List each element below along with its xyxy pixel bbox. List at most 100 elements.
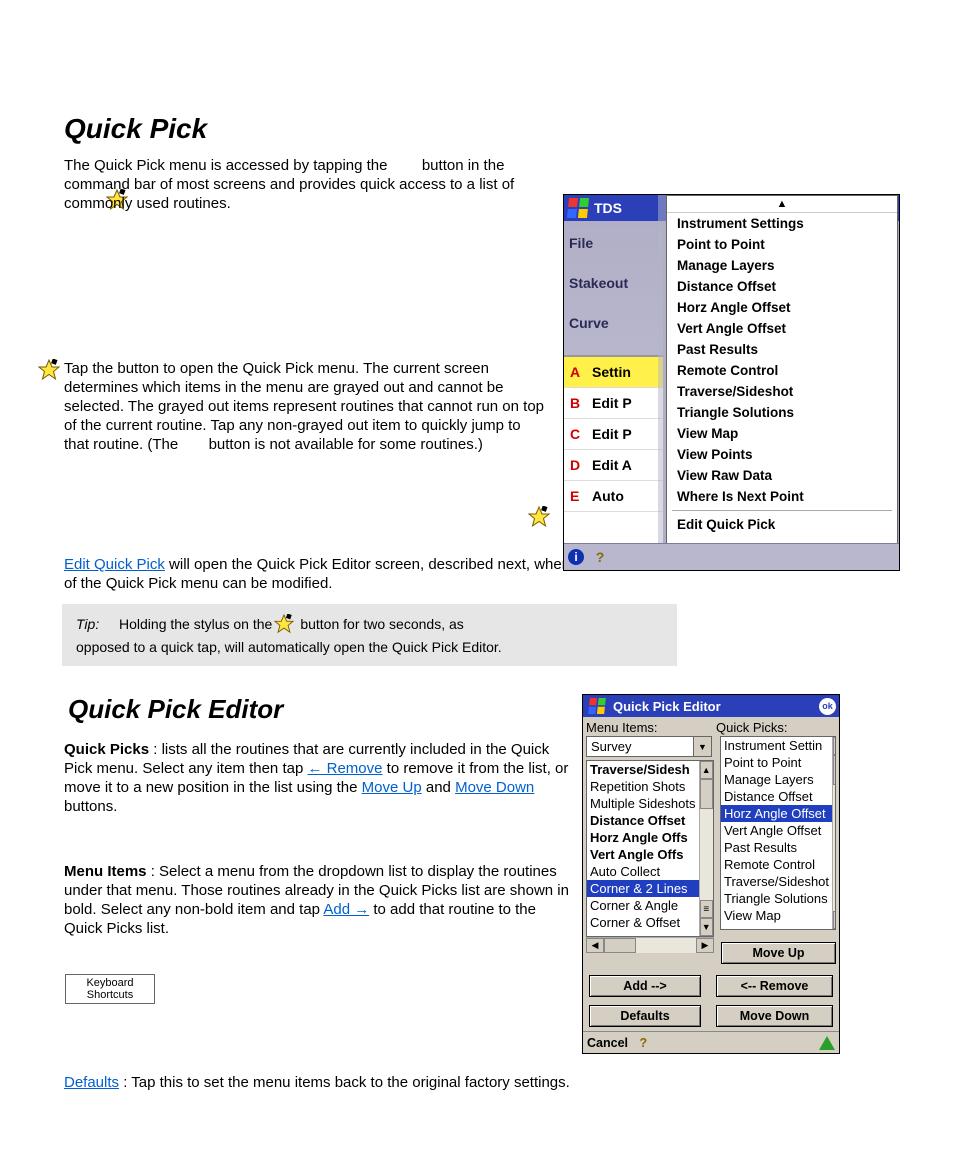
cancel-button[interactable]: Cancel <box>587 1036 628 1050</box>
row-text: Auto <box>592 488 624 504</box>
list-row[interactable]: ASettin <box>564 357 663 388</box>
popup-item[interactable]: View Raw Data <box>667 465 897 486</box>
popup-item[interactable]: Distance Offset <box>667 276 897 297</box>
list-item[interactable]: Manage Layers <box>721 771 832 788</box>
row-text: Edit P <box>592 395 632 411</box>
list-item[interactable]: View Map <box>721 907 832 924</box>
list-item[interactable]: Repetition Shots <box>587 778 699 795</box>
moveup-button[interactable]: Move Up <box>721 942 836 964</box>
scroll-up-icon[interactable]: ▲ <box>700 761 714 779</box>
tip-label: Tip: <box>76 616 111 632</box>
help-icon[interactable]: ? <box>592 549 608 565</box>
text-p2: Tap the button to open the Quick Pick me… <box>64 359 544 454</box>
menu-stakeout[interactable]: Stakeout <box>569 275 659 291</box>
popup-item[interactable]: Past Results <box>667 339 897 360</box>
popup-item[interactable]: View Map <box>667 423 897 444</box>
scrollbar-h[interactable]: ◀ ▶ <box>586 937 714 953</box>
menu-dropdown[interactable]: Survey ▼ <box>586 736 712 757</box>
scroll-left-icon[interactable]: ◀ <box>586 938 604 953</box>
menu-file[interactable]: File <box>569 235 659 251</box>
list-item[interactable]: Vert Angle Offs <box>587 846 699 863</box>
window-title: Quick Pick Editor <box>613 699 721 714</box>
list-row[interactable]: CEdit P <box>564 419 663 450</box>
popup-item[interactable]: Vert Angle Offset <box>667 318 897 339</box>
list-item[interactable]: Corner & 2 Lines <box>587 880 699 897</box>
popup-item[interactable]: Point to Point <box>667 234 897 255</box>
quick-access-icon[interactable] <box>819 1036 835 1050</box>
add-button[interactable]: Add --> <box>589 975 701 997</box>
help-icon[interactable]: ? <box>639 1036 647 1050</box>
scroll-thumb[interactable] <box>700 779 714 809</box>
scroll-up-icon[interactable]: ▲ <box>667 196 897 213</box>
list-item[interactable]: Remote Control <box>721 856 832 873</box>
list-item[interactable]: Distance Offset <box>587 812 699 829</box>
popup-item[interactable]: View Points <box>667 444 897 465</box>
quickpicks-list[interactable]: Instrument SettinPoint to PointManage La… <box>720 736 836 930</box>
menuitems-list[interactable]: Traverse/SideshRepetition ShotsMultiple … <box>586 760 714 937</box>
menu-curve[interactable]: Curve <box>569 315 659 331</box>
popup-item[interactable]: Where Is Next Point <box>667 486 897 507</box>
scroll-right-icon[interactable]: ▶ <box>696 938 714 953</box>
star-icon <box>38 359 60 381</box>
scroll-thumb[interactable] <box>833 755 836 785</box>
dropdown-value: Survey <box>591 739 631 754</box>
popup-item-edit[interactable]: Edit Quick Pick <box>667 514 897 535</box>
list-item[interactable]: Corner & Angle <box>587 897 699 914</box>
text: Quick Picks <box>64 741 149 758</box>
list-row[interactable]: BEdit P <box>564 388 663 419</box>
popup-item[interactable]: Traverse/Sideshot <box>667 381 897 402</box>
popup-item[interactable]: Triangle Solutions <box>667 402 897 423</box>
movedown-link[interactable]: Move Down <box>455 779 534 796</box>
list-row[interactable]: EAuto <box>564 481 663 512</box>
remove-button[interactable]: <-- Remove <box>716 975 833 997</box>
scroll-up-icon[interactable]: ▲ <box>833 737 836 755</box>
list-item[interactable]: Traverse/Sidesh <box>587 761 699 778</box>
text-quickpicks: Quick Picks : lists all the routines tha… <box>64 740 574 816</box>
text: Holding the stylus on the <box>119 616 272 632</box>
list-item[interactable]: Multiple Sideshots <box>587 795 699 812</box>
label-quickpicks: Quick Picks: <box>716 720 836 735</box>
edit-quickpick-link[interactable]: Edit Quick Pick <box>64 556 165 573</box>
list-item[interactable]: Traverse/Sideshot <box>721 873 832 890</box>
row-text: Edit P <box>592 426 632 442</box>
list-item[interactable]: Instrument Settin <box>721 737 832 754</box>
scroll-thumb[interactable] <box>604 938 636 953</box>
text: button is not available for some routine… <box>209 436 483 453</box>
popup-item[interactable]: Remote Control <box>667 360 897 381</box>
list-item[interactable]: Horz Angle Offset <box>721 805 832 822</box>
scroll-down-icon[interactable]: ▼ <box>700 918 714 936</box>
list-item[interactable]: Distance Offset <box>721 788 832 805</box>
moveup-link[interactable]: Move Up <box>362 779 422 796</box>
info-icon[interactable]: i <box>568 549 584 565</box>
remove-link[interactable]: ← Remove <box>307 760 382 777</box>
list-item[interactable]: Past Results <box>721 839 832 856</box>
text-menuitems: Menu Items : Select a menu from the drop… <box>64 862 574 938</box>
defaults-link[interactable]: Defaults <box>64 1074 119 1091</box>
scrollbar-v[interactable]: ▲ ▼ <box>832 737 836 929</box>
text: buttons. <box>64 798 117 815</box>
scrollbar-v[interactable]: ▲ ≡ ▼ <box>699 761 714 936</box>
popup-item[interactable]: Horz Angle Offset <box>667 297 897 318</box>
list-item[interactable]: Corner & Offset <box>587 914 699 931</box>
separator <box>672 510 892 511</box>
row-letter: A <box>570 364 592 380</box>
scroll-down-icon[interactable]: ▼ <box>833 911 836 929</box>
star-icon <box>528 506 550 528</box>
list-item[interactable]: Vert Angle Offset <box>721 822 832 839</box>
popup-item[interactable]: Instrument Settings <box>667 213 897 234</box>
list-item[interactable]: Horz Angle Offs <box>587 829 699 846</box>
chevron-down-icon[interactable]: ▼ <box>693 737 711 756</box>
command-bar: Cancel ? <box>583 1031 839 1053</box>
popup-item[interactable]: Manage Layers <box>667 255 897 276</box>
list-item[interactable]: Point to Point <box>721 754 832 771</box>
list-item[interactable]: Auto Collect <box>587 863 699 880</box>
ok-button[interactable]: ok <box>819 698 836 715</box>
movedown-button[interactable]: Move Down <box>716 1005 833 1027</box>
text: Menu Items <box>64 863 147 880</box>
text: opposed to a quick tap, will automatical… <box>76 638 663 656</box>
list-row[interactable]: DEdit A <box>564 450 663 481</box>
list-item[interactable]: Triangle Solutions <box>721 890 832 907</box>
defaults-button[interactable]: Defaults <box>589 1005 701 1027</box>
text: Keyboard Shortcuts <box>68 977 152 1001</box>
add-link[interactable]: Add → <box>323 901 369 918</box>
